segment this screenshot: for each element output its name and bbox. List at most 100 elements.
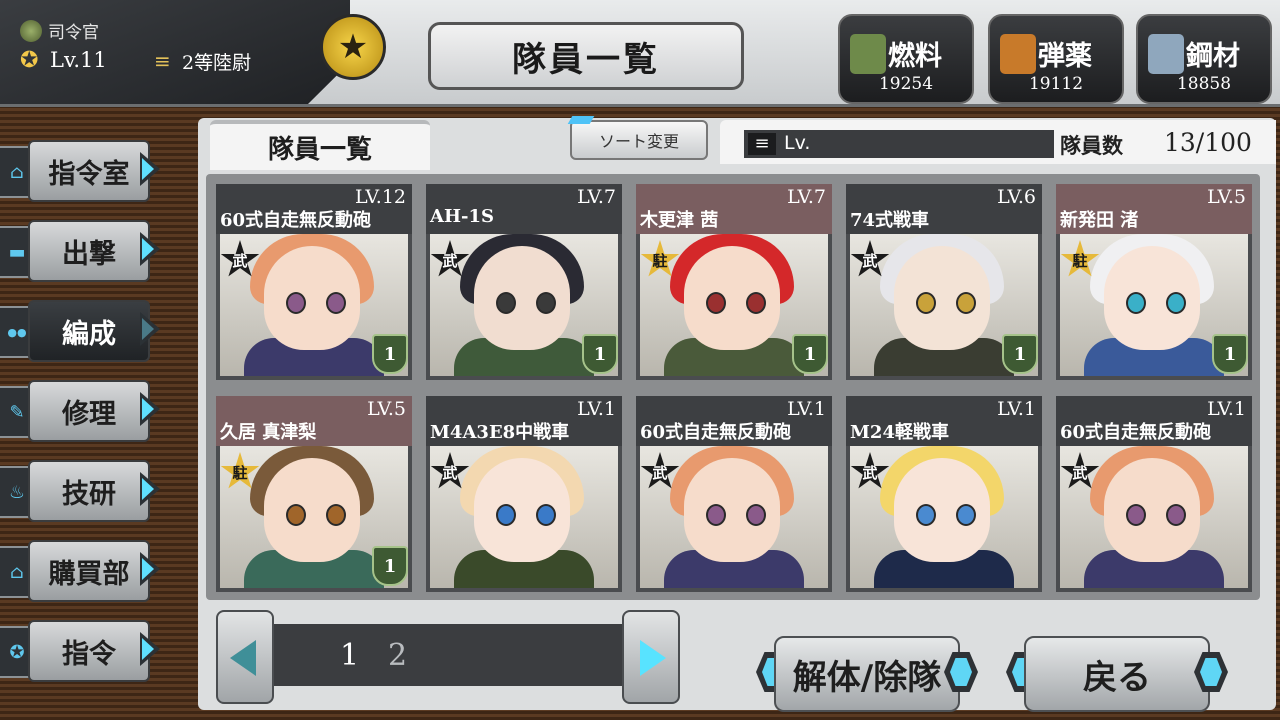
member-card[interactable]: LV.1 M4A3E8中戦車武: [426, 396, 622, 592]
portrait-eye: [496, 504, 516, 526]
pager-bar: [256, 624, 676, 686]
member-level: LV.7: [787, 186, 826, 208]
member-card[interactable]: LV.12 60式自走無反動砲武 1: [216, 184, 412, 380]
member-card[interactable]: LV.1 M24軽戦車武: [846, 396, 1042, 592]
portrait-eye: [706, 504, 726, 526]
member-count-value: 13/100: [1164, 128, 1252, 157]
member-rank-shield-icon: 1: [372, 334, 408, 374]
menu-icon: ≡: [748, 133, 776, 155]
side-menu-label: 購買部: [28, 540, 150, 602]
member-card[interactable]: LV.5 新発田 渚駐1: [1056, 184, 1252, 380]
resource-steel: 鋼材 18858: [1136, 14, 1272, 104]
side-menu-label: 修理: [28, 380, 150, 442]
member-card[interactable]: LV.5 久居 真津梨駐 1: [216, 396, 412, 592]
top-bar: 司令官 ✪ Lv.11 ≡ 2等陸尉 ★ 隊員一覧 燃料 19254 弾薬 19…: [0, 0, 1280, 107]
portrait-face: [684, 458, 780, 562]
side-menu-research[interactable]: ♨ 技研: [0, 458, 160, 522]
member-rank-shield-icon: 1: [1002, 334, 1038, 374]
side-menu-label: 指令室: [28, 140, 150, 202]
resource-value: 19254: [878, 74, 934, 94]
portrait-eye: [536, 504, 556, 526]
member-rank-shield-icon: 1: [1212, 334, 1248, 374]
chevron-left-icon: [230, 640, 256, 676]
portrait-eye: [326, 292, 346, 314]
member-name: 新発田 渚: [1060, 210, 1139, 231]
side-menu-shop[interactable]: ⌂ 購買部: [0, 538, 160, 602]
side-menu-repair[interactable]: ✎ 修理: [0, 378, 160, 442]
commander-level: Lv.11: [50, 48, 107, 72]
commander-rank: 2等陸尉: [182, 52, 252, 74]
portrait-eye: [956, 504, 976, 526]
resource-name: 弾薬: [1038, 41, 1092, 72]
side-menu-sortie[interactable]: ▬ 出撃: [0, 218, 160, 282]
member-count-label: 隊員数: [1060, 133, 1123, 158]
member-level: LV.1: [577, 398, 616, 420]
member-card[interactable]: LV.7 木更津 茜駐1: [636, 184, 832, 380]
member-name: 60式自走無反動砲: [220, 210, 372, 231]
tab-member-list[interactable]: 隊員一覧: [210, 120, 430, 170]
sort-button[interactable]: ソート変更: [570, 120, 708, 160]
star-medal-icon[interactable]: ★: [320, 14, 386, 80]
resource-value: 19112: [1028, 74, 1084, 94]
back-button[interactable]: 戻る: [1006, 636, 1228, 712]
chevron-right-icon: [140, 632, 160, 666]
member-name: 60式自走無反動砲: [640, 422, 792, 443]
side-menu-orders[interactable]: ✪ 指令: [0, 618, 160, 682]
member-name: 木更津 茜: [640, 210, 719, 231]
portrait-eye: [706, 292, 726, 314]
member-level: LV.5: [367, 398, 406, 420]
rank-insignia-icon: ≡: [154, 49, 171, 73]
member-level: LV.1: [787, 398, 826, 420]
portrait-eye: [1126, 292, 1146, 314]
side-menu-label: 編成: [28, 300, 150, 362]
member-card[interactable]: LV.1 60式自走無反動砲武: [636, 396, 832, 592]
member-name: M24軽戦車: [850, 422, 949, 443]
steel-icon: [1148, 34, 1184, 74]
member-card[interactable]: LV.1 60式自走無反動砲武: [1056, 396, 1252, 592]
commander-panel[interactable]: 司令官 ✪ Lv.11 ≡ 2等陸尉: [0, 0, 350, 104]
portrait-face: [264, 246, 360, 350]
portrait-eye: [746, 292, 766, 314]
member-level: LV.1: [1207, 398, 1246, 420]
disband-button[interactable]: 解体/除隊: [756, 636, 978, 712]
pager: 1 2: [216, 610, 720, 704]
portrait-eye: [326, 504, 346, 526]
portrait-face: [894, 246, 990, 350]
member-level: LV.7: [577, 186, 616, 208]
page-number[interactable]: 2: [388, 638, 407, 673]
resource-name: 燃料: [888, 41, 942, 72]
ammo-crate-icon: [1000, 34, 1036, 74]
resource-ammo: 弾薬 19112: [988, 14, 1124, 104]
side-menu-label: 指令: [28, 620, 150, 682]
sort-key-dropdown[interactable]: ≡ Lv.: [744, 130, 1054, 158]
commander-helmet-icon: [20, 20, 42, 42]
sort-key-value: Lv.: [784, 132, 811, 154]
member-name: AH-1S: [430, 206, 494, 227]
member-rank-shield-icon: 1: [792, 334, 828, 374]
page-number-current[interactable]: 1: [340, 638, 359, 673]
next-page-button[interactable]: [622, 610, 680, 704]
portrait-eye: [746, 504, 766, 526]
portrait-face: [684, 246, 780, 350]
chevron-right-icon: [140, 552, 160, 586]
commander-title: 司令官: [48, 23, 99, 43]
portrait-eye: [536, 292, 556, 314]
portrait-eye: [1166, 292, 1186, 314]
member-card[interactable]: LV.7 AH-1S 武 1: [426, 184, 622, 380]
member-card[interactable]: LV.6 74式戦車武 1: [846, 184, 1042, 380]
chevron-right-icon: [140, 392, 160, 426]
side-menu-command-room[interactable]: ⌂ 指令室: [0, 138, 160, 202]
member-name: 60式自走無反動砲: [1060, 422, 1212, 443]
chevron-right-icon: [140, 472, 160, 506]
portrait-face: [894, 458, 990, 562]
prev-page-button[interactable]: [216, 610, 274, 704]
side-menu-formation[interactable]: ●● 編成: [0, 298, 160, 362]
side-menu-label: 出撃: [28, 220, 150, 282]
member-rank-shield-icon: 1: [372, 546, 408, 586]
portrait-eye: [956, 292, 976, 314]
fuel-can-icon: [850, 34, 886, 74]
member-level: LV.1: [997, 398, 1036, 420]
chevron-right-icon: [140, 152, 160, 186]
screen-title: 隊員一覧: [428, 22, 744, 90]
member-level: LV.12: [355, 186, 406, 208]
